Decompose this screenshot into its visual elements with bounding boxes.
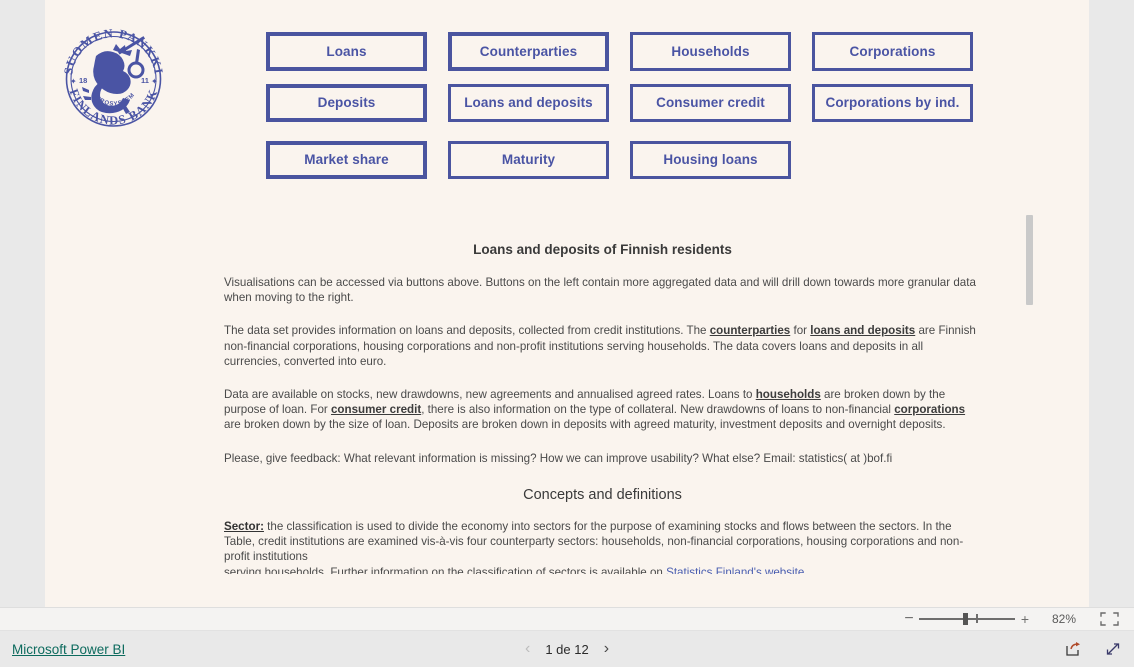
page-title: Loans and deposits of Finnish residents — [473, 242, 732, 257]
page-navigation: ‹ 1 de 12 › — [525, 641, 609, 657]
zoom-level-label: 82% — [1051, 612, 1077, 626]
availability-text-a: Data are available on stocks, new drawdo… — [224, 388, 756, 402]
link-loans-and-deposits[interactable]: loans and deposits — [810, 324, 915, 337]
feedback-paragraph: Please, give feedback: What relevant inf… — [220, 451, 985, 466]
report-scrollbar[interactable] — [1026, 215, 1033, 587]
link-households[interactable]: households — [756, 388, 821, 401]
nav-button-households[interactable]: Households — [630, 32, 791, 71]
fullscreen-icon[interactable] — [1104, 640, 1122, 658]
nav-button-market-share[interactable]: Market share — [266, 141, 427, 179]
svg-text:✦: ✦ — [70, 77, 77, 86]
zoom-slider-thumb[interactable] — [963, 613, 968, 625]
link-statistics-finland-website[interactable]: Statistics Finland's website — [666, 566, 804, 574]
dataset-text-b: for — [790, 324, 811, 338]
svg-text:11: 11 — [141, 76, 149, 85]
sector-continued-paragraph: serving households. Further information … — [220, 565, 985, 574]
availability-text-d: are broken down by the size of loan. Dep… — [224, 418, 946, 432]
intro-paragraph: Visualisations can be accessed via butto… — [220, 275, 985, 305]
sector-label: Sector: — [224, 519, 264, 533]
nav-button-corporations[interactable]: Corporations — [812, 32, 973, 71]
report-nav-buttons: Loans Counterparties Households Corporat… — [266, 32, 1006, 188]
chevron-right-icon[interactable]: › — [604, 641, 609, 657]
nav-button-deposits[interactable]: Deposits — [266, 84, 427, 122]
zoom-in-button[interactable]: + — [1018, 612, 1032, 626]
zoom-slider-tick — [976, 614, 978, 623]
nav-button-row-2: Deposits Loans and deposits Consumer cre… — [266, 84, 1006, 122]
power-bi-report-viewer: SUOMEN PANKKI FINLANDS BANK EUROSYSTEM 1… — [0, 0, 1134, 667]
nav-button-row-3: Market share Maturity Housing loans — [266, 141, 1006, 179]
report-canvas: SUOMEN PANKKI FINLANDS BANK EUROSYSTEM 1… — [45, 0, 1089, 607]
sector-body: the classification is used to divide the… — [224, 519, 964, 564]
status-bar: Microsoft Power BI ‹ 1 de 12 › — [0, 631, 1134, 667]
bank-of-finland-seal-icon: SUOMEN PANKKI FINLANDS BANK EUROSYSTEM 1… — [56, 22, 171, 130]
intro-text: Visualisations can be accessed via butto… — [224, 276, 976, 305]
nav-button-row-1: Loans Counterparties Households Corporat… — [266, 32, 1006, 71]
chevron-left-icon[interactable]: ‹ — [525, 641, 530, 657]
nav-button-maturity[interactable]: Maturity — [448, 141, 609, 179]
concepts-heading: Concepts and definitions — [523, 486, 682, 503]
nav-button-counterparties[interactable]: Counterparties — [448, 32, 609, 71]
feedback-text: Please, give feedback: What relevant inf… — [224, 451, 893, 465]
svg-text:18: 18 — [79, 76, 87, 85]
zoom-out-button[interactable]: − — [902, 611, 916, 627]
nav-button-corporations-by-industry[interactable]: Corporations by ind. — [812, 84, 973, 122]
nav-button-housing-loans[interactable]: Housing loans — [630, 141, 791, 179]
availability-text-c: , there is also information on the type … — [421, 403, 895, 417]
availability-paragraph: Data are available on stocks, new drawdo… — [220, 387, 985, 433]
nav-button-loans[interactable]: Loans — [266, 32, 427, 71]
fit-to-page-icon[interactable] — [1098, 611, 1120, 627]
link-consumer-credit[interactable]: consumer credit — [331, 403, 421, 416]
svg-text:✦: ✦ — [151, 77, 158, 86]
sector-paragraph: Sector: the classification is used to di… — [220, 519, 985, 565]
zoom-slider[interactable] — [919, 612, 1015, 626]
status-bar-icons — [1064, 640, 1122, 658]
dataset-text-a: The data set provides information on loa… — [224, 324, 710, 338]
share-icon[interactable] — [1064, 640, 1082, 658]
link-counterparties[interactable]: counterparties — [710, 324, 791, 337]
sector-continued-text: serving households. Further information … — [224, 566, 667, 574]
link-corporations[interactable]: corporations — [894, 403, 965, 416]
nav-button-loans-and-deposits[interactable]: Loans and deposits — [448, 84, 609, 122]
power-bi-brand-link[interactable]: Microsoft Power BI — [12, 642, 125, 657]
dataset-paragraph: The data set provides information on loa… — [220, 323, 985, 369]
zoom-toolbar: − + 82% — [0, 607, 1134, 631]
page-indicator-label: 1 de 12 — [545, 641, 589, 657]
report-text-panel: Loans and deposits of Finnish residents … — [220, 212, 985, 574]
report-scrollbar-thumb[interactable] — [1026, 215, 1033, 305]
nav-button-consumer-credit[interactable]: Consumer credit — [630, 84, 791, 122]
